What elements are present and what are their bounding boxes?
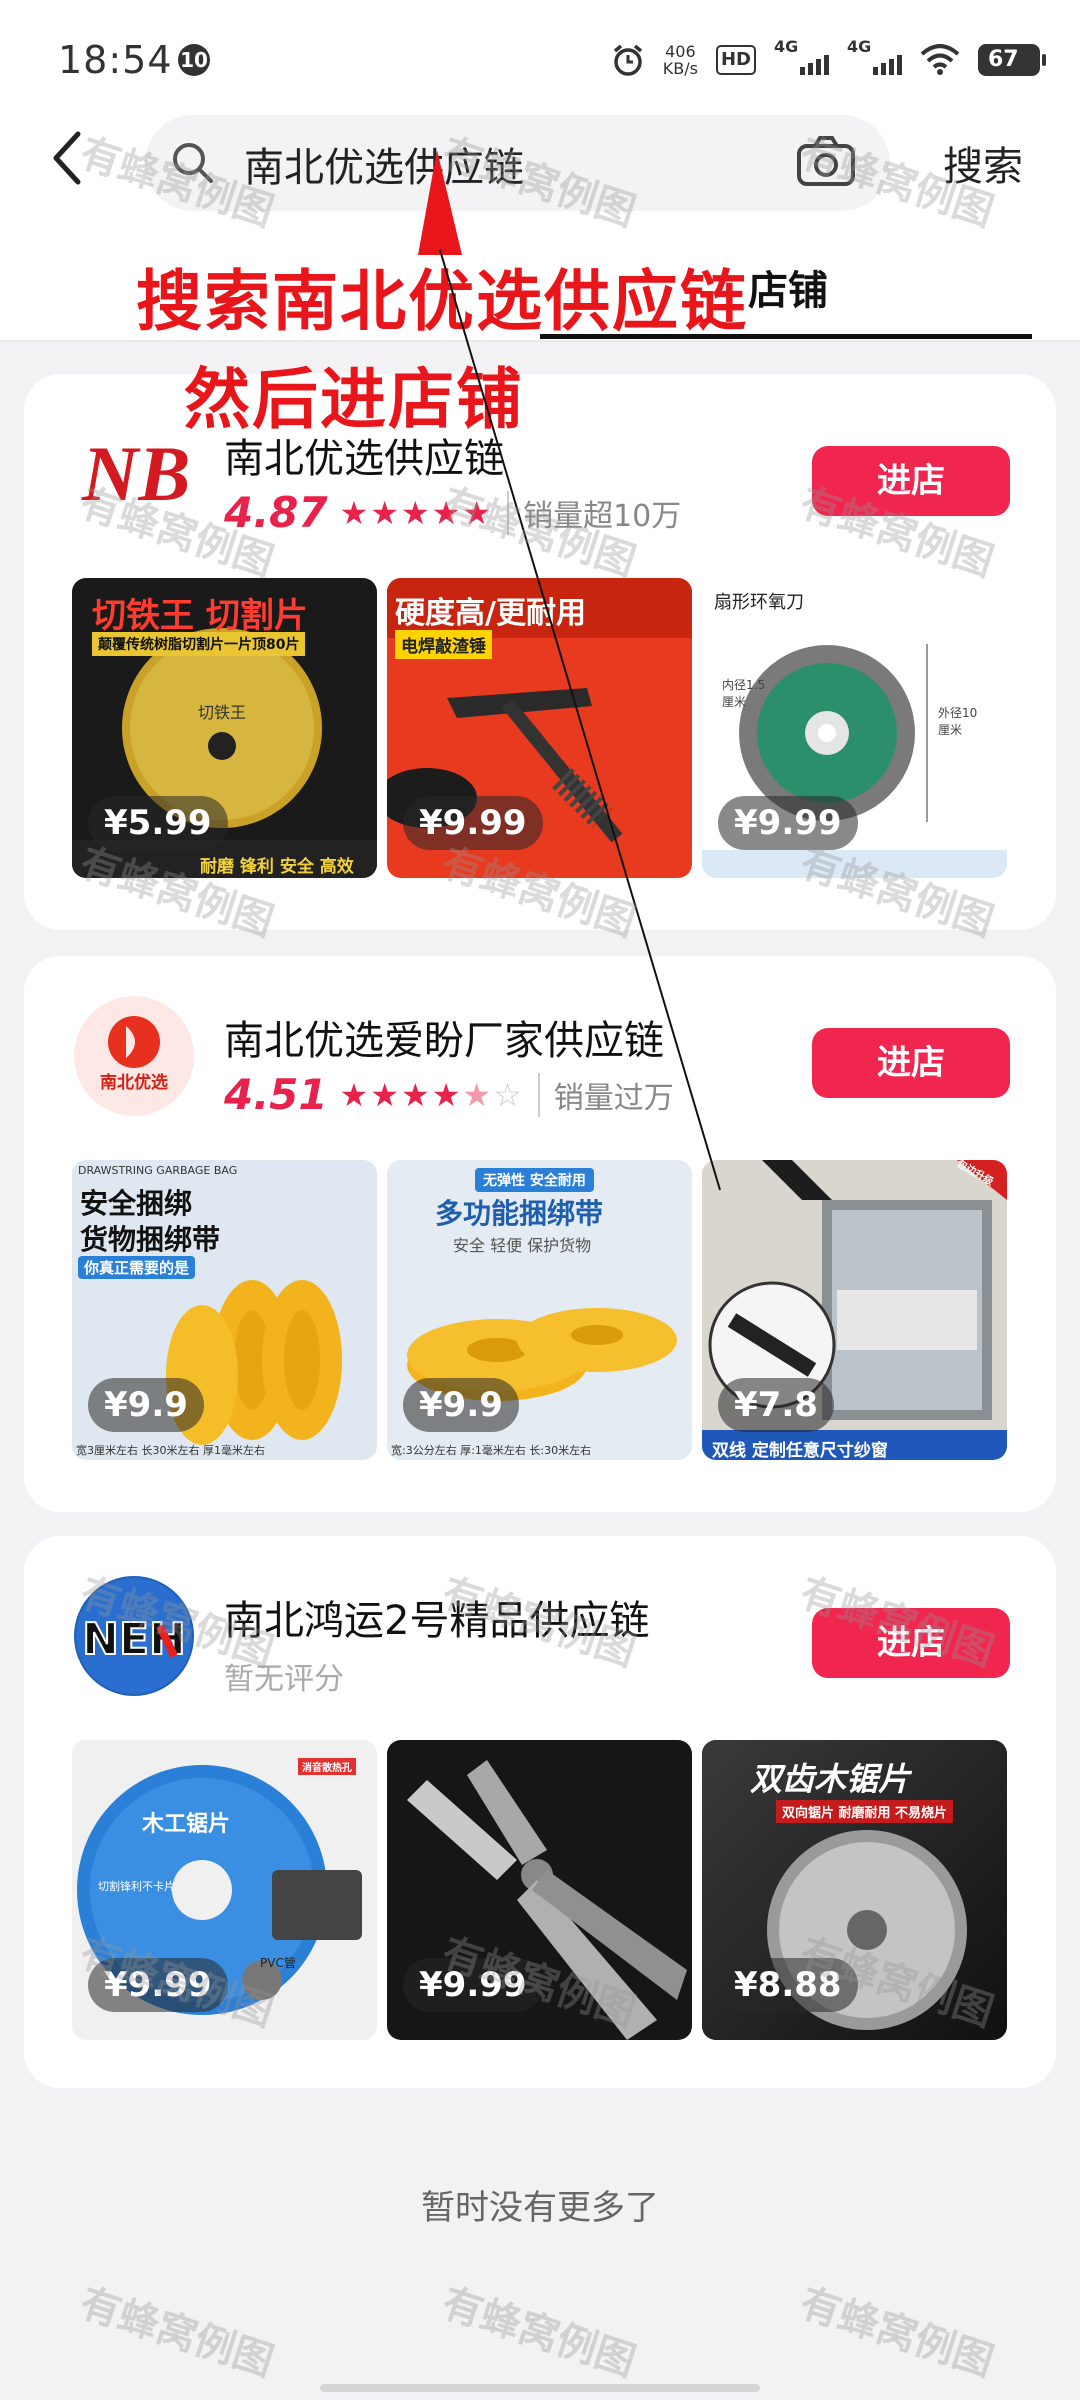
product-subcaption-2: PVC管 [260,1956,296,1970]
product-badge: 无弹性 安全耐用 [475,1168,594,1192]
svg-text:南北优选: 南北优选 [100,1072,168,1093]
watermark: 有蜂窝例图 [794,2280,999,2386]
signal-icon-1: 4G [774,37,829,75]
enter-shop-button[interactable]: 进店 [812,1028,1010,1098]
annotation-text-1: 搜索南北优选供应链 [136,263,748,340]
product-price: ¥7.8 [718,1378,834,1432]
product-caption-bottom: 宽:3公分左右 厚:1毫米左右 长:30米左右 [391,1444,592,1457]
product-list: 切铁王 切铁王 切割片 颠覆传统树脂切割片一片顶80片 耐磨 锋利 安全 高效 … [72,578,1008,878]
product-list: DRAWSTRING GARBAGE BAG 安全捆绑 货物捆绑带 你真正需要的… [72,1160,1008,1460]
product-caption: 扇形环氧刀 [714,592,804,613]
rating-stars: ★★★★★☆ [339,1075,524,1114]
shop-rating: 4.51 ★★★★★☆ 销量过万 [224,1070,674,1119]
alarm-icon [613,44,642,76]
product-subcaption: 双向锯片 耐磨耐用 不易烧片 [776,1800,954,1823]
product-item[interactable]: 切铁王 切铁王 切割片 颠覆传统树脂切割片一片顶80片 耐磨 锋利 安全 高效 … [72,578,377,878]
product-price: ¥9.9 [88,1378,204,1432]
product-caption: 切铁王 切割片 [92,596,308,636]
product-subcaption-2: 内径1.5厘米 [722,678,766,709]
product-item[interactable]: 硬度高/更耐用 电焊敲渣锤 ¥9.99 [387,578,692,878]
battery-icon: 67 [978,44,1046,76]
product-subcaption: 颠覆传统树脂切割片一片顶80片 [92,632,306,656]
home-indicator[interactable] [320,2384,760,2392]
rating-score: 4.51 [224,1070,328,1119]
shop-logo[interactable]: 南北优选 [74,996,194,1116]
signal-icon-2: 4G [847,37,902,75]
product-item[interactable]: 无弹性 安全耐用 多功能捆绑带 安全 轻便 保护货物 宽:3公分左右 厚:1毫米… [387,1160,692,1460]
product-caption-bottom: 双线 定制任意尺寸纱窗 [712,1441,888,1460]
status-time: 18:54 [58,38,173,82]
watermark: 有蜂窝例图 [74,2280,279,2386]
product-caption: 硬度高/更耐用 [395,596,586,631]
product-caption-2: 货物捆绑带 [80,1223,221,1256]
shop-card[interactable]: 南北优选 南北优选爱盼厂家供应链 4.51 ★★★★★☆ 销量过万 进店 DRA… [24,956,1056,1512]
product-subcaption: 外径10厘米 [938,706,978,737]
product-subcaption: 电焊敲渣锤 [395,630,492,659]
sales-count: 销量过万 [537,1072,674,1117]
wifi-icon [920,44,960,75]
status-bar: 18:54 10 406 KB/s HD 4G 4G 67 [0,0,1080,120]
product-subcaption: 安全 轻便 保护货物 [453,1236,592,1255]
product-price: ¥9.9 [403,1378,519,1432]
net-speed: 406 KB/s [662,42,698,78]
product-subcaption: 切割锋利不卡片 [98,1880,175,1893]
product-caption-top: DRAWSTRING GARBAGE BAG [78,1164,238,1177]
product-item[interactable]: 扇形环氧刀 外径10厘米 内径1.5厘米 ¥9.99 [702,578,1007,878]
product-item[interactable]: 双线 定制任意尺寸纱窗 包边升级 ¥7.8 [702,1160,1007,1460]
annotation-text-2: 然后进店铺 [184,361,524,438]
shop-card[interactable]: NB 南北优选供应链 4.87 ★★★★★ 销量超10万 进店 切铁王 切铁王 … [24,374,1056,930]
product-subcaption: 你真正需要的是 [78,1256,196,1279]
product-item[interactable]: DRAWSTRING GARBAGE BAG 安全捆绑 货物捆绑带 你真正需要的… [72,1160,377,1460]
svg-text:切铁王: 切铁王 [198,703,246,722]
product-caption: 木工锯片 [142,1812,231,1837]
watermark: 有蜂窝例图 [436,2280,641,2386]
product-caption: 安全捆绑 [80,1187,193,1220]
product-caption: 双齿木锯片 [750,1760,911,1798]
product-caption-bottom: 宽3厘米左右 长30米左右 厚1毫米左右 [76,1444,265,1457]
shop-name: 南北优选爱盼厂家供应链 [224,1018,664,1064]
product-badge: 消音散热孔 [298,1758,356,1775]
tab-shop[interactable]: 店铺 [748,258,828,316]
status-icons: 406 KB/s HD 4G 4G 67 [611,37,1046,80]
notification-count-badge: 10 [178,44,210,76]
product-caption: 多功能捆绑带 [435,1197,604,1230]
no-more-results: 暂时没有更多了 [421,2188,659,2228]
hd-icon: HD [715,45,756,75]
